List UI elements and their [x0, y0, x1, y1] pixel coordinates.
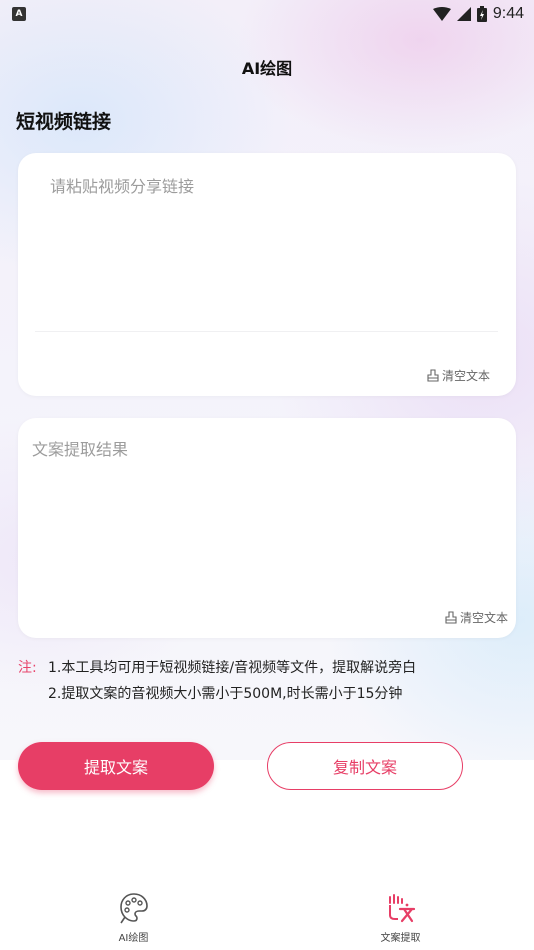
copy-button[interactable]: 复制文案 — [267, 742, 463, 790]
wifi-icon — [432, 7, 451, 21]
usage-note: 注: 1.本工具均可用于短视频链接/音视频等文件，提取解说旁白 2.提取文案的音… — [18, 655, 416, 707]
page-title: AI绘图 — [241, 59, 293, 78]
note-label: 注: — [18, 660, 37, 676]
extract-button[interactable]: 提取文案 — [18, 742, 214, 790]
tab-ai-draw[interactable]: AI绘图 — [0, 878, 267, 950]
tab-text-extract-label: 文案提取 — [380, 933, 421, 944]
tab-ai-draw-label: AI绘图 — [118, 933, 149, 944]
eraser-icon — [445, 610, 457, 624]
result-textarea[interactable]: 文案提取结果 — [18, 418, 516, 598]
palette-icon — [119, 893, 148, 924]
eraser-icon — [427, 368, 439, 382]
link-input[interactable]: 请粘贴视频分享链接 — [35, 155, 498, 332]
link-input-placeholder: 请粘贴视频分享链接 — [50, 177, 195, 196]
clear-link-label: 清空文本 — [441, 369, 490, 383]
clear-result-label: 清空文本 — [459, 611, 508, 625]
note-line-2: 2.提取文案的音视频大小需小于500M,时长需小于15分钟 — [48, 686, 403, 702]
status-time: 9:44 — [492, 5, 524, 22]
status-icons: 9:44 — [432, 5, 524, 23]
signal-icon — [456, 7, 471, 21]
notification-icon: A — [12, 7, 26, 21]
tab-text-extract[interactable]: 文案提取 — [267, 878, 534, 950]
status-bar: A 9:44 — [0, 0, 534, 28]
clear-result-button[interactable]: 清空文本 — [444, 609, 508, 626]
bottom-tab-bar: AI绘图 文案提取 — [0, 878, 534, 950]
section-title-link: 短视频链接 — [16, 111, 112, 133]
result-card: 文案提取结果 清空文本 — [18, 418, 516, 638]
note-line-1: 1.本工具均可用于短视频链接/音视频等文件，提取解说旁白 — [48, 660, 417, 676]
text-extract-icon — [388, 894, 415, 923]
clear-link-button[interactable]: 清空文本 — [426, 367, 490, 384]
link-input-card: 请粘贴视频分享链接 清空文本 — [18, 153, 516, 396]
battery-icon — [476, 6, 487, 22]
note-indent — [18, 681, 48, 707]
result-placeholder: 文案提取结果 — [32, 440, 129, 459]
